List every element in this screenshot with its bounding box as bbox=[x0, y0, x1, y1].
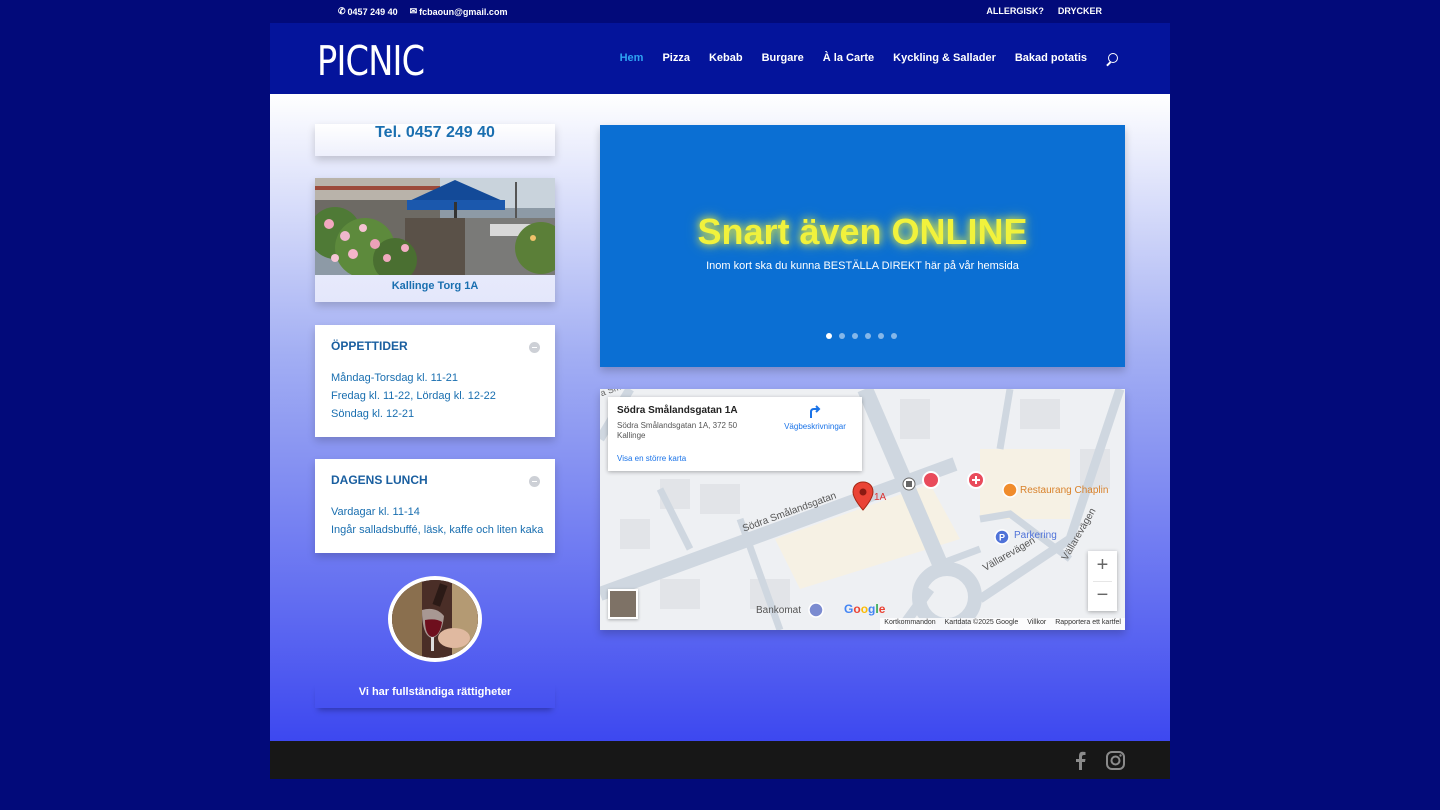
zoom-out-button[interactable]: − bbox=[1088, 581, 1117, 611]
pharmacy-icon bbox=[967, 471, 985, 489]
zoom-in-button[interactable]: + bbox=[1088, 551, 1117, 581]
secondary-link-allergy[interactable]: ALLERGISK? bbox=[986, 6, 1044, 16]
larger-map-link[interactable]: Visa en större karta bbox=[617, 454, 686, 463]
pin-label: 1A bbox=[874, 492, 887, 503]
svg-text:P: P bbox=[999, 533, 1005, 543]
opening-hours-card: ÖPPETTIDER Måndag-Torsdag kl. 11-21 Fred… bbox=[315, 325, 555, 437]
hours-line: Söndag kl. 12-21 bbox=[331, 408, 415, 420]
street-view-thumbnail[interactable] bbox=[608, 589, 638, 619]
main-content: Tel. 0457 249 40 Kallinge Torg 1A ÖPPETT… bbox=[270, 94, 1170, 741]
zoom-controls: + − bbox=[1088, 551, 1117, 611]
google-logo: Google bbox=[844, 602, 886, 616]
nav-item-bakad-potatis[interactable]: Bakad potatis bbox=[1015, 52, 1087, 67]
opening-hours-list: Måndag-Torsdag kl. 11-21 Fredag kl. 11-2… bbox=[331, 369, 496, 423]
footer bbox=[270, 741, 1170, 779]
phone-text: 0457 249 40 bbox=[347, 6, 398, 17]
slider-dot[interactable] bbox=[839, 333, 845, 339]
phone-link[interactable]: ✆ 0457 249 40 bbox=[338, 6, 398, 17]
daily-lunch-list: Vardagar kl. 11-14 Ingår salladsbuffé, l… bbox=[331, 503, 543, 539]
directions-icon bbox=[810, 405, 821, 418]
terms-link[interactable]: Villkor bbox=[1027, 619, 1046, 629]
hero-slider[interactable]: Snart även ONLINE Inom kort ska du kunna… bbox=[600, 125, 1125, 367]
transit-icon bbox=[902, 477, 916, 491]
parking-icon: P bbox=[994, 529, 1010, 545]
location-card: Kallinge Torg 1A bbox=[315, 178, 555, 302]
phone-icon: ✆ bbox=[338, 6, 346, 16]
directions-label: Vägbeskrivningar bbox=[784, 422, 846, 431]
slider-subtext: Inom kort ska du kunna BESTÄLLA DIREKT h… bbox=[706, 260, 1019, 272]
slider-pagination bbox=[826, 333, 897, 339]
phone-banner-text[interactable]: Tel. 0457 249 40 bbox=[375, 124, 495, 141]
location-pin-icon[interactable] bbox=[852, 481, 874, 511]
envelope-icon: ✉ bbox=[409, 6, 418, 16]
secondary-menu: ALLERGISK? DRYCKER bbox=[986, 6, 1102, 16]
zoom-divider bbox=[1093, 581, 1112, 582]
place-address: Södra Smålandsgatan 1A, 372 50 Kallinge bbox=[617, 421, 738, 440]
hours-line: Måndag-Torsdag kl. 11-21 bbox=[331, 372, 458, 384]
slider-dot[interactable] bbox=[826, 333, 832, 339]
map-data-text: Kartdata ©2025 Google bbox=[944, 619, 1019, 626]
slider-dot[interactable] bbox=[878, 333, 884, 339]
instagram-icon[interactable] bbox=[1106, 751, 1125, 770]
slider-heading: Snart även ONLINE bbox=[697, 211, 1028, 252]
nav-item-burgare[interactable]: Burgare bbox=[762, 52, 804, 67]
search-icon[interactable] bbox=[1106, 53, 1120, 67]
parking-label[interactable]: Parkering bbox=[1014, 530, 1057, 541]
location-caption[interactable]: Kallinge Torg 1A bbox=[315, 280, 555, 292]
slider-dot[interactable] bbox=[852, 333, 858, 339]
daily-lunch-title[interactable]: DAGENS LUNCH bbox=[331, 473, 428, 487]
email-link[interactable]: ✉ fcbaoun@gmail.com bbox=[410, 6, 508, 17]
wine-image bbox=[388, 576, 482, 662]
collapse-icon[interactable] bbox=[529, 476, 540, 487]
google-map[interactable]: Södra Smålandsgatan 1A Södra Smålandsgat… bbox=[600, 389, 1125, 630]
facebook-icon[interactable] bbox=[1074, 751, 1086, 770]
nav-item-kyckling-sallader[interactable]: Kyckling & Sallader bbox=[893, 52, 996, 67]
secondary-link-drinks[interactable]: DRYCKER bbox=[1058, 6, 1102, 16]
map-attribution: Kortkommandon Kartdata ©2025 Google Vill… bbox=[880, 618, 1125, 630]
slider-dot[interactable] bbox=[865, 333, 871, 339]
report-error-link[interactable]: Rapportera ett kartfel bbox=[1055, 619, 1121, 629]
atm-label[interactable]: Bankomat bbox=[756, 605, 801, 616]
slider-dot[interactable] bbox=[891, 333, 897, 339]
nav-item-pizza[interactable]: Pizza bbox=[662, 52, 690, 67]
nav-item-a-la-carte[interactable]: À la Carte bbox=[823, 52, 874, 67]
restaurant-label[interactable]: Restaurang Chaplin bbox=[1020, 485, 1108, 496]
directions-button[interactable]: Vägbeskrivningar bbox=[779, 405, 851, 431]
contact-info: ✆ 0457 249 40 ✉ fcbaoun@gmail.com bbox=[338, 6, 507, 17]
restaurant-icon bbox=[1002, 482, 1018, 498]
keyboard-shortcuts-link[interactable]: Kortkommandon bbox=[884, 619, 935, 629]
main-header: PICNIC Hem Pizza Kebab Burgare À la Cart… bbox=[270, 23, 1170, 94]
main-nav: Hem Pizza Kebab Burgare À la Carte Kyckl… bbox=[620, 52, 1120, 67]
license-note: Vi har fullständiga rättigheter bbox=[315, 682, 555, 708]
phone-banner: Tel. 0457 249 40 bbox=[315, 124, 555, 156]
collapse-icon[interactable] bbox=[529, 342, 540, 353]
email-text: fcbaoun@gmail.com bbox=[419, 6, 508, 17]
atm-icon bbox=[808, 602, 824, 618]
nav-item-hem[interactable]: Hem bbox=[620, 52, 644, 67]
site-logo[interactable]: PICNIC bbox=[317, 37, 425, 85]
shop-icon bbox=[922, 471, 940, 489]
opening-hours-title[interactable]: ÖPPETTIDER bbox=[331, 339, 408, 353]
restaurant-photo bbox=[315, 178, 555, 275]
top-bar: ✆ 0457 249 40 ✉ fcbaoun@gmail.com ALLERG… bbox=[270, 0, 1170, 23]
nav-item-kebab[interactable]: Kebab bbox=[709, 52, 743, 67]
lunch-line: Vardagar kl. 11-14 bbox=[331, 506, 420, 518]
place-info-card: Södra Smålandsgatan 1A Södra Smålandsgat… bbox=[608, 397, 862, 471]
place-title: Södra Smålandsgatan 1A bbox=[617, 405, 738, 416]
hours-line: Fredag kl. 11-22, Lördag kl. 12-22 bbox=[331, 390, 496, 402]
lunch-line: Ingår salladsbuffé, läsk, kaffe och lite… bbox=[331, 524, 544, 536]
daily-lunch-card: DAGENS LUNCH Vardagar kl. 11-14 Ingår sa… bbox=[315, 459, 555, 553]
